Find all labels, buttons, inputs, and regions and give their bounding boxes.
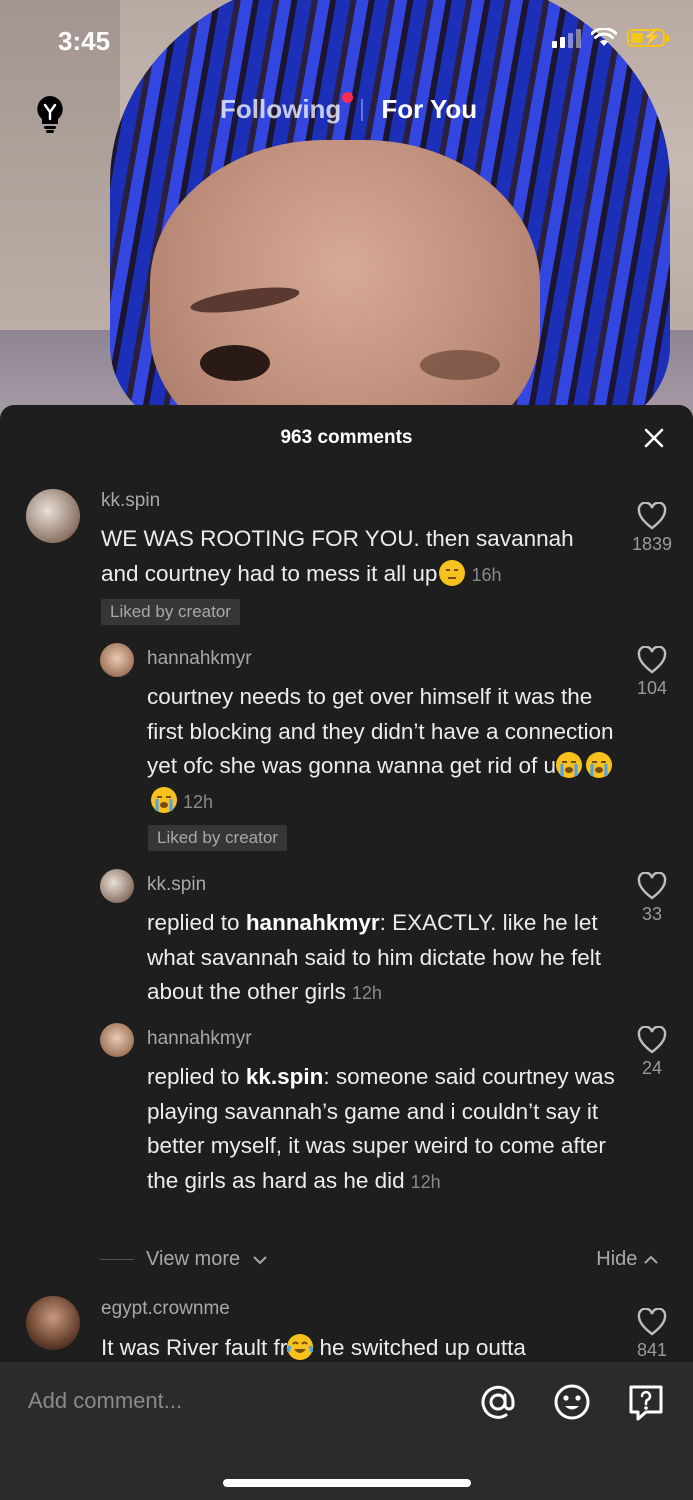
- status-time: 3:45: [58, 26, 111, 56]
- comment-text: It was River fault fr he switched up out…: [101, 1331, 606, 1366]
- video-eye-right: [420, 350, 500, 380]
- like-count: 104: [636, 678, 668, 698]
- status-icons: ⚡: [552, 28, 669, 48]
- comment-body: WE WAS ROOTING FOR YOU. then savannah an…: [101, 526, 574, 586]
- chevron-down-icon: [253, 1255, 267, 1264]
- tab-following[interactable]: Following: [220, 92, 354, 125]
- like-button[interactable]: 104: [622, 646, 682, 699]
- reply-mention[interactable]: kk.spin: [246, 1064, 324, 1089]
- divider-line: [100, 1259, 134, 1260]
- comment-username[interactable]: kk.spin: [147, 874, 206, 896]
- comment-username[interactable]: hannahkmyr: [147, 648, 252, 670]
- avatar[interactable]: [26, 489, 80, 543]
- like-count: 24: [641, 1058, 663, 1078]
- comment-text: WE WAS ROOTING FOR YOU. then savannah an…: [101, 522, 606, 592]
- video-eye: [200, 345, 270, 381]
- reply-mention[interactable]: hannahkmyr: [246, 910, 380, 935]
- heart-icon: [637, 646, 667, 674]
- chevron-up-icon: [644, 1255, 658, 1264]
- video-face: [150, 140, 540, 420]
- emoji-icon[interactable]: [552, 1382, 592, 1422]
- hide-replies-button[interactable]: Hide: [596, 1248, 659, 1271]
- heart-icon: [637, 1308, 667, 1336]
- question-icon[interactable]: [626, 1382, 666, 1422]
- comment-text: replied to hannahkmyr: EXACTLY. like he …: [147, 906, 617, 1011]
- like-count: 1839: [631, 534, 673, 554]
- comment-text: courtney needs to get over himself it wa…: [147, 680, 617, 819]
- home-indicator[interactable]: [223, 1479, 471, 1487]
- heart-icon: [637, 1026, 667, 1054]
- unamused-face-icon: [439, 559, 466, 586]
- notification-dot: [342, 92, 354, 103]
- face-with-tears-of-joy-icon: [286, 1334, 314, 1360]
- video-background[interactable]: [0, 0, 693, 420]
- comment-body: courtney needs to get over himself it wa…: [147, 684, 614, 778]
- like-button[interactable]: 24: [622, 1026, 682, 1079]
- at-icon[interactable]: [478, 1382, 518, 1422]
- reply-prefix: replied to: [147, 910, 246, 935]
- liked-by-creator-badge: Liked by creator: [101, 599, 240, 625]
- battery-charging-icon: ⚡: [627, 29, 669, 47]
- comment-username[interactable]: hannahkmyr: [147, 1028, 252, 1050]
- comment-time: 16h: [471, 564, 502, 585]
- sheet-header: 963 comments: [0, 405, 693, 469]
- like-button[interactable]: 841: [622, 1308, 682, 1361]
- tab-following-label: Following: [220, 94, 342, 124]
- view-more-label: View more: [146, 1248, 241, 1270]
- feed-tabs: Following For You: [220, 92, 477, 125]
- hide-label: Hide: [596, 1248, 638, 1270]
- comment-body-end: he switched up outta: [313, 1335, 526, 1360]
- like-count: 33: [641, 904, 663, 924]
- comment-time: 12h: [410, 1171, 441, 1192]
- wifi-icon: [591, 28, 617, 46]
- avatar[interactable]: [26, 1296, 80, 1350]
- cellular-signal-icon: [552, 28, 581, 48]
- view-more-replies[interactable]: View more: [100, 1248, 268, 1271]
- reply-prefix: replied to: [147, 1064, 246, 1089]
- avatar[interactable]: [100, 643, 134, 677]
- comment-time: 12h: [183, 791, 214, 812]
- lightbulb-icon[interactable]: [34, 94, 66, 134]
- comment-body-start: It was River fault fr: [101, 1335, 288, 1360]
- add-comment-input[interactable]: Add comment...: [28, 1388, 182, 1414]
- heart-icon: [637, 872, 667, 900]
- avatar[interactable]: [100, 869, 134, 903]
- close-icon[interactable]: [643, 427, 665, 449]
- like-count: 841: [636, 1340, 668, 1360]
- liked-by-creator-badge: Liked by creator: [148, 825, 287, 851]
- tab-for-you[interactable]: For You: [381, 94, 477, 125]
- tab-divider: [361, 98, 364, 121]
- avatar[interactable]: [100, 1023, 134, 1057]
- heart-icon: [637, 502, 667, 530]
- comment-username[interactable]: egypt.crownme: [101, 1298, 230, 1320]
- comment-time: 12h: [351, 983, 382, 1003]
- comment-text: replied to kk.spin: someone said courtne…: [147, 1060, 617, 1199]
- comment-username[interactable]: kk.spin: [101, 490, 160, 512]
- comment-count: 963 comments: [280, 427, 413, 448]
- like-button[interactable]: 1839: [622, 502, 682, 555]
- like-button[interactable]: 33: [622, 872, 682, 925]
